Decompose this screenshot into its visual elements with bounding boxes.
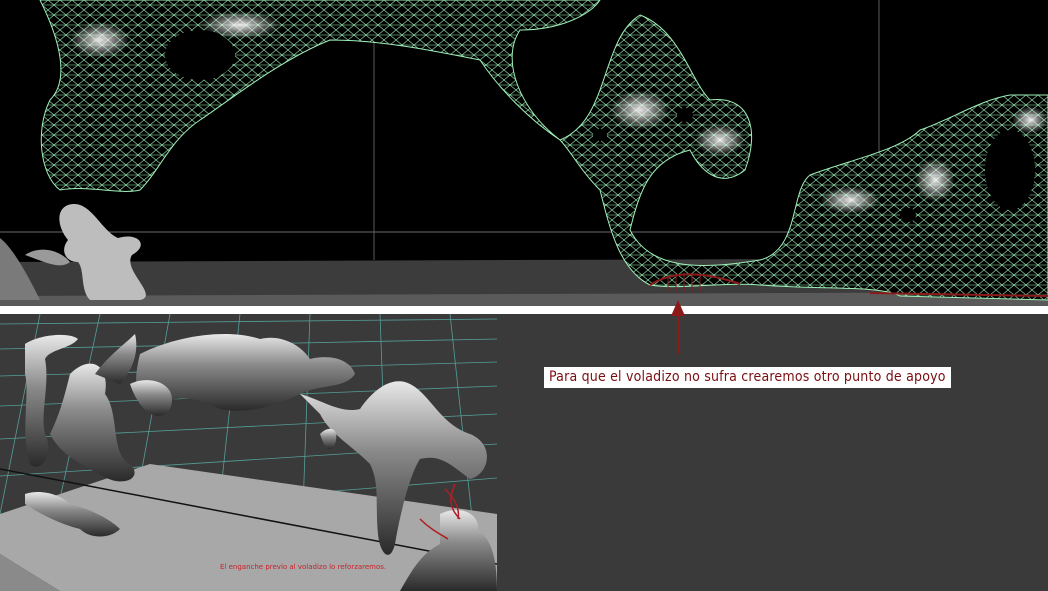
right-panel-empty (497, 314, 1048, 591)
callout-arrow-icon (671, 300, 685, 354)
note-reinforcement: El enganche previo al voladizo lo reforz… (220, 563, 387, 571)
callout-support-point: Para que el voladizo no sufra crearemos … (544, 367, 951, 388)
wireframe-render (0, 0, 1048, 306)
wireframe-mesh (39, 0, 1048, 301)
viewport-separator (0, 306, 1048, 314)
shaded-render (0, 314, 497, 591)
top-viewport-wireframe[interactable] (0, 0, 1048, 306)
bottom-left-viewport-shaded[interactable]: El enganche previo al voladizo lo reforz… (0, 314, 497, 591)
